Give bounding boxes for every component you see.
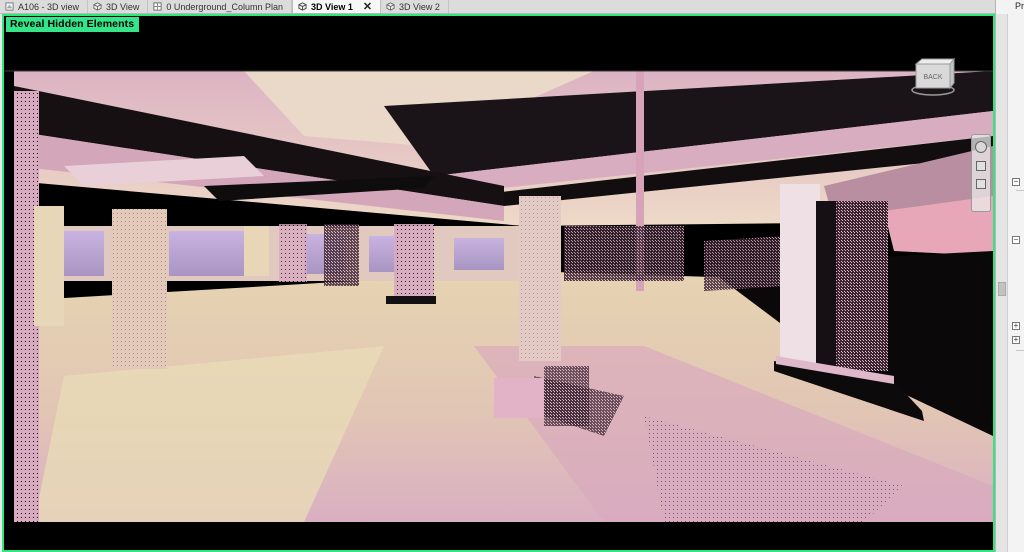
scrollbar-thumb[interactable] — [998, 282, 1006, 296]
navigation-bar[interactable] — [971, 134, 991, 212]
view-tab-bar: A106 - 3D view 3D View 0 Underground_Col… — [0, 0, 1010, 14]
tree-expander-icon[interactable]: + — [1012, 336, 1020, 344]
tab-label: 3D View 1 — [310, 1, 353, 12]
tab-label: 0 Underground_Column Plan — [166, 1, 283, 12]
reveal-hidden-elements-banner: Reveal Hidden Elements — [6, 17, 140, 32]
3d-view-icon — [93, 2, 102, 11]
properties-panel-title: Pro — [1015, 1, 1024, 11]
tree-expander-icon[interactable]: + — [1012, 322, 1020, 330]
properties-panel: Pro − − + + — [995, 0, 1024, 552]
viewcube-icon[interactable]: BACK — [910, 56, 956, 98]
steering-wheel-icon[interactable] — [975, 141, 987, 153]
tab-label: A106 - 3D view — [18, 1, 80, 12]
floor-plan-icon — [153, 2, 162, 11]
3d-view-icon — [298, 2, 307, 11]
tab-3d-view[interactable]: 3D View — [88, 0, 149, 13]
tree-expander-icon[interactable]: − — [1012, 178, 1020, 186]
tab-3d-view-1[interactable]: 3D View 1 ✕ — [291, 0, 382, 13]
3d-viewport[interactable]: BACK Reveal Hidden Elements — [2, 14, 995, 552]
tab-3d-view-2[interactable]: 3D View 2 — [381, 0, 449, 13]
zoom-extents-icon[interactable] — [976, 179, 986, 189]
divider — [1016, 190, 1024, 191]
close-icon[interactable]: ✕ — [363, 1, 372, 12]
divider — [1016, 350, 1024, 351]
tab-a106-3d-view[interactable]: A106 - 3D view — [0, 0, 89, 13]
tab-underground-column-plan[interactable]: 0 Underground_Column Plan — [148, 0, 292, 13]
point-cloud-scene[interactable] — [4, 16, 993, 550]
tab-label: 3D View 2 — [399, 1, 440, 12]
zoom-region-icon[interactable] — [976, 161, 986, 171]
viewcube-face-label: BACK — [923, 74, 942, 81]
3d-view-icon — [386, 2, 395, 11]
tab-label: 3D View — [106, 1, 140, 12]
tree-expander-icon[interactable]: − — [1012, 236, 1020, 244]
properties-scrollbar[interactable] — [996, 14, 1008, 552]
revit-view-icon — [5, 2, 14, 11]
